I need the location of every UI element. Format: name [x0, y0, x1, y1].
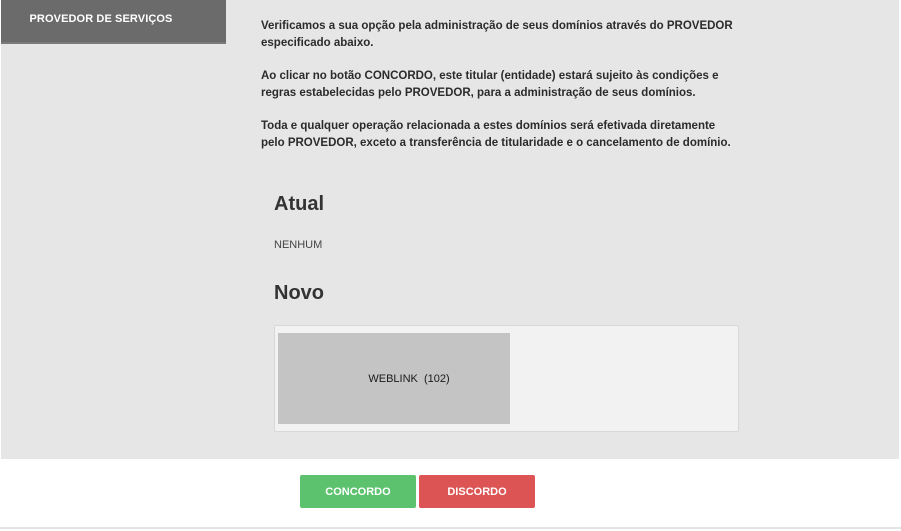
agree-button[interactable]: CONCORDO: [300, 475, 416, 508]
new-provider-list: WEBLINK (102): [274, 325, 739, 432]
current-provider-value: NENHUM: [274, 239, 323, 251]
section-tab: PROVEDOR DE SERVIÇOS: [1, 0, 226, 44]
provider-option-weblink[interactable]: WEBLINK (102): [278, 333, 510, 424]
bottom-divider: [0, 527, 901, 529]
page: PROVEDOR DE SERVIÇOS Verificamos a sua o…: [0, 0, 901, 531]
current-provider-heading: Atual: [274, 193, 324, 215]
intro-paragraph-2: Ao clicar no botão CONCORDO, este titula…: [261, 70, 719, 99]
intro-paragraph-1: Verificamos a sua opção pela administraç…: [261, 20, 733, 49]
provider-option-label: WEBLINK (102): [368, 373, 450, 385]
section-tab-label: PROVEDOR DE SERVIÇOS: [29, 13, 173, 25]
new-provider-heading: Novo: [274, 282, 324, 304]
intro-text: Verificamos a sua opção pela administraç…: [261, 18, 741, 168]
intro-paragraph-3: Toda e qualquer operação relacionada a e…: [261, 120, 731, 149]
disagree-button[interactable]: DISCORDO: [419, 475, 535, 508]
service-provider-panel: PROVEDOR DE SERVIÇOS Verificamos a sua o…: [1, 0, 899, 459]
